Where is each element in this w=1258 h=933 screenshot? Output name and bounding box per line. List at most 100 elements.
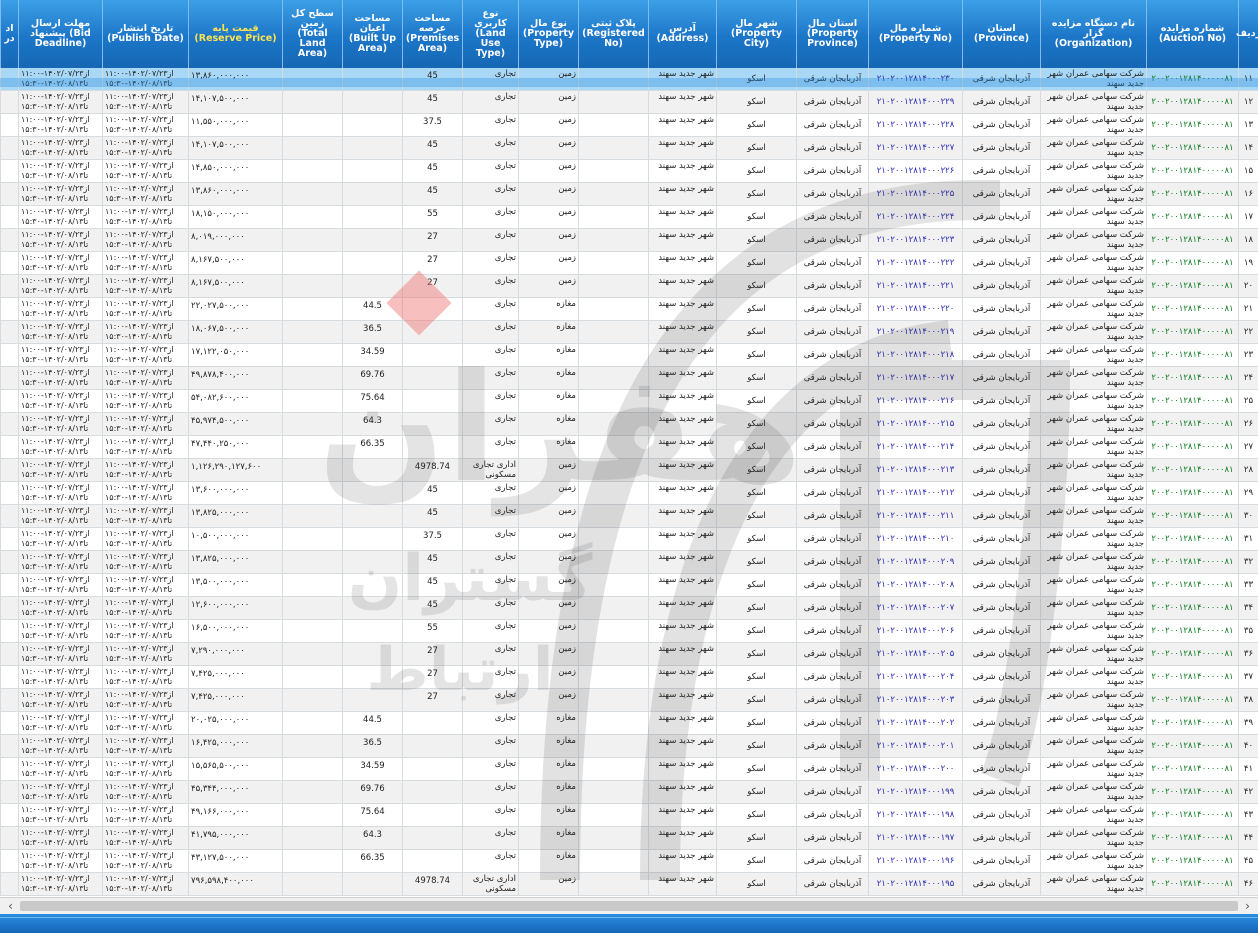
cell-registered-no [578,689,648,711]
cell-organization: شرکت سهامی عمران شهر جدید سهند [1040,298,1146,320]
cell-built-area [342,91,402,113]
cell-property-type: زمین [518,873,578,895]
cell-publish-date: از۱۴۰۲/۰۷/۲۳-۱۱:۰۰ تا۱۴۰۲/۰۸/۱۳-۱۵:۳۰ [102,459,188,481]
cell-property-no: ۲۱۰۲۰۰۱۲۸۱۴۰۰۰۲۰۵ [868,643,962,665]
cell-total-land-area [282,298,342,320]
cell-built-area: 75.64 [342,804,402,826]
column-header-built-area[interactable]: مساحت اعیان (Built Up Area) [342,0,402,68]
column-header-land-use[interactable]: نوع کاربری (Land Use Type) [462,0,518,68]
column-header-property-no[interactable]: شماره مال (Property No) [868,0,962,68]
column-header-organization[interactable]: نام دستگاه مزایده گزار (Organization) [1040,0,1146,68]
cell-reserve-price: ۸,۱۶۷,۵۰۰,۰۰۰ [188,275,282,297]
table-row[interactable]: ۱۹ ۲۰۰۲۰۰۱۲۸۱۴۰۰۰۰۰۸۱ شرکت سهامی عمران شهر… [0,252,1258,275]
table-row[interactable]: ۱۶ ۲۰۰۲۰۰۱۲۸۱۴۰۰۰۰۰۸۱ شرکت سهامی عمران شهر… [0,183,1258,206]
table-row[interactable]: ۱۵ ۲۰۰۲۰۰۱۲۸۱۴۰۰۰۰۰۸۱ شرکت سهامی عمران شهر… [0,160,1258,183]
cell-row-no: ۳۶ [1238,643,1258,665]
cell-organization: شرکت سهامی عمران شهر جدید سهند [1040,850,1146,872]
cell-total-land-area [282,781,342,803]
cell-land-use: تجاری [462,666,518,688]
table-row[interactable]: ۳۵ ۲۰۰۲۰۰۱۲۸۱۴۰۰۰۰۰۸۱ شرکت سهامی عمران شهر… [0,620,1258,643]
cell-built-area: 64.3 [342,827,402,849]
cell-province: آذربایجان شرقی [962,413,1040,435]
table-row[interactable]: ۳۶ ۲۰۰۲۰۰۱۲۸۱۴۰۰۰۰۰۸۱ شرکت سهامی عمران شهر… [0,643,1258,666]
cell-auction-no: ۲۰۰۲۰۰۱۲۸۱۴۰۰۰۰۰۸۱ [1146,850,1238,872]
cell-land-use: تجاری [462,781,518,803]
column-header-property-type[interactable]: نوع مال (Property Type) [518,0,578,68]
column-header-registered-no[interactable]: پلاک ثبتی (Registered No) [578,0,648,68]
cell-land-use: تجاری [462,436,518,458]
table-row[interactable]: ۱۷ ۲۰۰۲۰۰۱۲۸۱۴۰۰۰۰۰۸۱ شرکت سهامی عمران شهر… [0,206,1258,229]
cell-organization: شرکت سهامی عمران شهر جدید سهند [1040,252,1146,274]
table-row[interactable]: ۳۴ ۲۰۰۲۰۰۱۲۸۱۴۰۰۰۰۰۸۱ شرکت سهامی عمران شهر… [0,597,1258,620]
table-row[interactable]: ۴۱ ۲۰۰۲۰۰۱۲۸۱۴۰۰۰۰۰۸۱ شرکت سهامی عمران شهر… [0,758,1258,781]
table-row[interactable]: ۲۲ ۲۰۰۲۰۰۱۲۸۱۴۰۰۰۰۰۸۱ شرکت سهامی عمران شهر… [0,321,1258,344]
table-row[interactable]: ۲۱ ۲۰۰۲۰۰۱۲۸۱۴۰۰۰۰۰۸۱ شرکت سهامی عمران شهر… [0,298,1258,321]
cell-property-type: زمین [518,482,578,504]
table-row[interactable]: ۳۳ ۲۰۰۲۰۰۱۲۸۱۴۰۰۰۰۰۸۱ شرکت سهامی عمران شهر… [0,574,1258,597]
column-header-premises-area[interactable]: مساحت عرصه (Premises Area) [402,0,462,68]
cell-publish-date: از۱۴۰۲/۰۷/۲۳-۱۱:۰۰ تا۱۴۰۲/۰۸/۱۳-۱۵:۳۰ [102,413,188,435]
cell-premises-area: 27 [402,229,462,251]
cell-province: آذربایجان شرقی [962,482,1040,504]
table-row[interactable]: ۴۳ ۲۰۰۲۰۰۱۲۸۱۴۰۰۰۰۰۸۱ شرکت سهامی عمران شهر… [0,804,1258,827]
scrollbar-thumb[interactable] [20,901,1238,911]
table-row[interactable]: ۴۴ ۲۰۰۲۰۰۱۲۸۱۴۰۰۰۰۰۸۱ شرکت سهامی عمران شهر… [0,827,1258,850]
table-row[interactable]: ۴۲ ۲۰۰۲۰۰۱۲۸۱۴۰۰۰۰۰۸۱ شرکت سهامی عمران شهر… [0,781,1258,804]
table-row[interactable]: ۳۲ ۲۰۰۲۰۰۱۲۸۱۴۰۰۰۰۰۸۱ شرکت سهامی عمران شهر… [0,551,1258,574]
cell-address: شهر جدید سهند [648,689,716,711]
column-header-total-land-area[interactable]: سطح کل زمین (Total Land Area) [282,0,342,68]
column-header-publish-date[interactable]: تاریخ انتشار (Publish Date) [102,0,188,68]
cell-property-city: اسکو [716,689,796,711]
table-row[interactable]: ۱۳ ۲۰۰۲۰۰۱۲۸۱۴۰۰۰۰۰۸۱ شرکت سهامی عمران شهر… [0,114,1258,137]
column-header-property-city[interactable]: شهر مال (Property City) [716,0,796,68]
cell-property-city: اسکو [716,298,796,320]
table-row[interactable]: ۳۱ ۲۰۰۲۰۰۱۲۸۱۴۰۰۰۰۰۸۱ شرکت سهامی عمران شهر… [0,528,1258,551]
table-row[interactable]: ۱۸ ۲۰۰۲۰۰۱۲۸۱۴۰۰۰۰۰۸۱ شرکت سهامی عمران شهر… [0,229,1258,252]
column-header-reserve-price[interactable]: قیمت پایه (Reserve Price) [188,0,282,68]
table-row[interactable]: ۱۴ ۲۰۰۲۰۰۱۲۸۱۴۰۰۰۰۰۸۱ شرکت سهامی عمران شهر… [0,137,1258,160]
cell-row-no: ۱۳ [1238,114,1258,136]
cell-province: آذربایجان شرقی [962,183,1040,205]
cell-land-use: تجاری [462,275,518,297]
scroll-left-icon[interactable]: ‹ [2,898,19,914]
cell-row-no: ۳۴ [1238,597,1258,619]
table-row[interactable]: ۴۶ ۲۰۰۲۰۰۱۲۸۱۴۰۰۰۰۰۸۱ شرکت سهامی عمران شهر… [0,873,1258,896]
table-row[interactable]: ۲۴ ۲۰۰۲۰۰۱۲۸۱۴۰۰۰۰۰۸۱ شرکت سهامی عمران شهر… [0,367,1258,390]
table-row[interactable]: ۳۰ ۲۰۰۲۰۰۱۲۸۱۴۰۰۰۰۰۸۱ شرکت سهامی عمران شهر… [0,505,1258,528]
table-row[interactable]: ۲۹ ۲۰۰۲۰۰۱۲۸۱۴۰۰۰۰۰۸۱ شرکت سهامی عمران شهر… [0,482,1258,505]
cell-extra [0,574,18,596]
table-row[interactable]: ۳۷ ۲۰۰۲۰۰۱۲۸۱۴۰۰۰۰۰۸۱ شرکت سهامی عمران شهر… [0,666,1258,689]
table-row[interactable]: ۲۶ ۲۰۰۲۰۰۱۲۸۱۴۰۰۰۰۰۸۱ شرکت سهامی عمران شهر… [0,413,1258,436]
cell-premises-area: 45 [402,482,462,504]
cell-total-land-area [282,114,342,136]
cell-extra [0,390,18,412]
table-row[interactable]: ۳۹ ۲۰۰۲۰۰۱۲۸۱۴۰۰۰۰۰۸۱ شرکت سهامی عمران شهر… [0,712,1258,735]
column-header-property-province[interactable]: استان مال (Property Province) [796,0,868,68]
table-row[interactable]: ۱۲ ۲۰۰۲۰۰۱۲۸۱۴۰۰۰۰۰۸۱ شرکت سهامی عمران شهر… [0,91,1258,114]
table-row[interactable]: ۲۵ ۲۰۰۲۰۰۱۲۸۱۴۰۰۰۰۰۸۱ شرکت سهامی عمران شهر… [0,390,1258,413]
table-row[interactable]: ۲۷ ۲۰۰۲۰۰۱۲۸۱۴۰۰۰۰۰۸۱ شرکت سهامی عمران شهر… [0,436,1258,459]
column-header-row-no[interactable]: ردیف [1236,0,1258,68]
table-row[interactable]: ۲۰ ۲۰۰۲۰۰۱۲۸۱۴۰۰۰۰۰۸۱ شرکت سهامی عمران شهر… [0,275,1258,298]
scroll-right-icon[interactable]: › [1239,898,1256,914]
table-row[interactable]: ۱۱ ۲۰۰۲۰۰۱۲۸۱۴۰۰۰۰۰۸۱ شرکت سهامی عمران شهر… [0,68,1258,91]
table-row[interactable]: ۲۳ ۲۰۰۲۰۰۱۲۸۱۴۰۰۰۰۰۸۱ شرکت سهامی عمران شهر… [0,344,1258,367]
column-header-province[interactable]: استان (Province) [962,0,1040,68]
cell-premises-area [402,413,462,435]
cell-property-city: اسکو [716,712,796,734]
column-header-auction-no[interactable]: شماره مزایده (Auction No) [1146,0,1238,68]
table-row[interactable]: ۴۰ ۲۰۰۲۰۰۱۲۸۱۴۰۰۰۰۰۸۱ شرکت سهامی عمران شهر… [0,735,1258,758]
cell-property-no: ۲۱۰۲۰۰۱۲۸۱۴۰۰۰۱۹۷ [868,827,962,849]
cell-built-area: 44.5 [342,298,402,320]
horizontal-scrollbar[interactable]: ‹ › [0,897,1258,914]
column-header-address[interactable]: آدرس (Address) [648,0,716,68]
cell-publish-date: از۱۴۰۲/۰۷/۲۳-۱۱:۰۰ تا۱۴۰۲/۰۸/۱۳-۱۵:۳۰ [102,781,188,803]
column-header-bid-deadline[interactable]: مهلت ارسال پیشنهاد (Bid Deadline) [18,0,102,68]
table-row[interactable]: ۲۸ ۲۰۰۲۰۰۱۲۸۱۴۰۰۰۰۰۸۱ شرکت سهامی عمران شهر… [0,459,1258,482]
cell-property-type: مغازه [518,390,578,412]
table-row[interactable]: ۳۸ ۲۰۰۲۰۰۱۲۸۱۴۰۰۰۰۰۸۱ شرکت سهامی عمران شهر… [0,689,1258,712]
cell-organization: شرکت سهامی عمران شهر جدید سهند [1040,183,1146,205]
column-header-extra[interactable]: اد در [0,0,18,68]
cell-organization: شرکت سهامی عمران شهر جدید سهند [1040,229,1146,251]
table-row[interactable]: ۴۵ ۲۰۰۲۰۰۱۲۸۱۴۰۰۰۰۰۸۱ شرکت سهامی عمران شهر… [0,850,1258,873]
